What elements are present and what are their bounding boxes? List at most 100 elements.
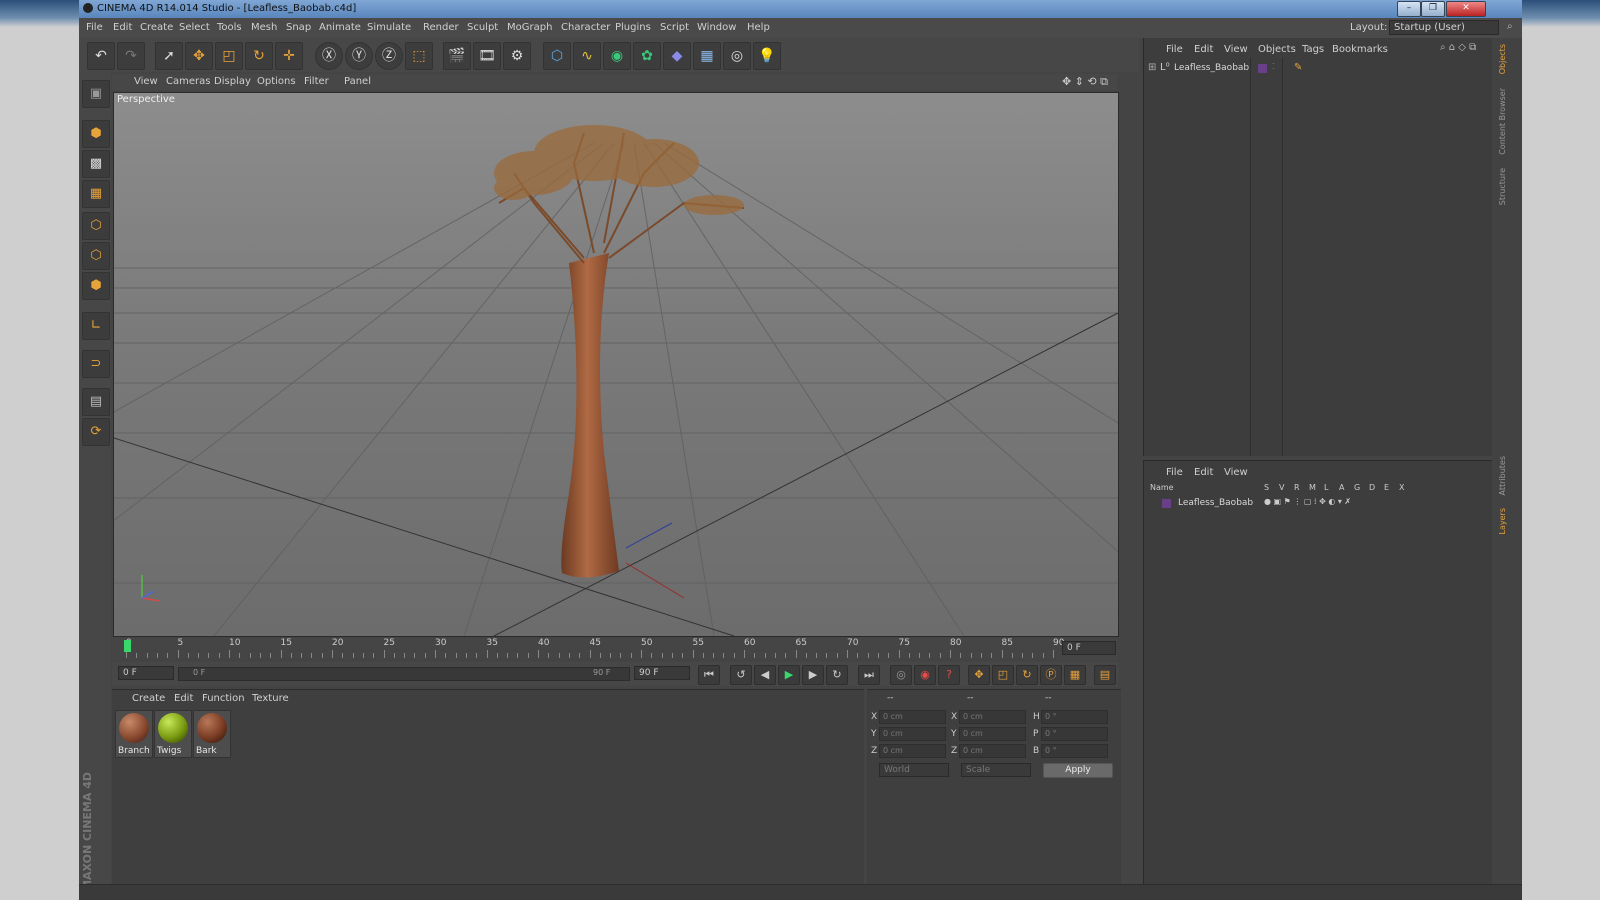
move-icon[interactable]: ✥ (185, 42, 213, 70)
edges-mode-icon[interactable]: ⬡ (82, 242, 110, 270)
transform-icon[interactable]: ✛ (275, 42, 303, 70)
object-name[interactable]: Leafless_Baobab (1174, 63, 1249, 73)
object-menu-edit[interactable]: Edit (1194, 44, 1213, 55)
record-keys-icon[interactable]: ◎ (890, 665, 912, 685)
array-icon[interactable]: ✿ (633, 42, 661, 70)
material-twigs[interactable]: Twigs (154, 710, 192, 758)
locked-workplane-icon[interactable]: ⟳ (82, 418, 110, 446)
size-z-field[interactable]: 0 cm (959, 744, 1026, 758)
layer-color-chip[interactable] (1162, 499, 1171, 508)
viewport-navigation-icons[interactable]: ✥ ⇕ ⟲ ⧉ (1062, 75, 1108, 89)
position-y-field[interactable]: 0 cm (879, 727, 946, 741)
key-rotation-icon[interactable]: ↻ (1016, 665, 1038, 685)
playhead[interactable] (124, 640, 131, 652)
start-frame-field[interactable]: 0 F (118, 666, 174, 680)
rotate-icon[interactable]: ↻ (245, 42, 273, 70)
play-icon[interactable]: ▶ (778, 665, 800, 685)
x-axis-icon[interactable]: Ⓧ (315, 42, 343, 70)
loop-forward-icon[interactable]: ↻ (826, 665, 848, 685)
viewport-perspective[interactable]: Perspective (113, 92, 1119, 637)
apply-button[interactable]: Apply (1043, 763, 1113, 778)
rotation-b-field[interactable]: 0 ° (1041, 744, 1108, 758)
viewport-menu-panel[interactable]: Panel (344, 76, 371, 87)
tab-objects[interactable]: Objects (1498, 44, 1507, 74)
object-search-icon[interactable]: ⌕ ⌂ ◇ ⧉ (1440, 42, 1476, 53)
menu-edit[interactable]: Edit (113, 22, 132, 33)
layer-row[interactable]: Leafless_Baobab ● ▣ ⚑ ⋮ ▢ ⁞ ✥ ◐ ▾ ✗ (1148, 497, 1488, 511)
axis-mode-icon[interactable]: ∟ (82, 312, 110, 340)
camera-icon[interactable]: ◎ (723, 42, 751, 70)
keyframe-selection-icon[interactable]: ? (938, 665, 960, 685)
step-forward-icon[interactable]: ▶ (802, 665, 824, 685)
go-to-start-icon[interactable]: ⏮ (698, 665, 720, 685)
cube-icon[interactable]: ⬡ (543, 42, 571, 70)
live-selection-icon[interactable]: ➚ (155, 42, 183, 70)
menu-character[interactable]: Character (561, 22, 610, 33)
minimize-button[interactable]: – (1397, 1, 1421, 17)
menu-plugins[interactable]: Plugins (615, 22, 651, 33)
layer-color-chip[interactable] (1258, 64, 1267, 73)
rotation-p-field[interactable]: 0 ° (1041, 727, 1108, 741)
menu-create[interactable]: Create (140, 22, 173, 33)
menu-sculpt[interactable]: Sculpt (467, 22, 498, 33)
layer-flag-icons[interactable]: ● ▣ ⚑ ⋮ ▢ ⁞ ✥ ◐ ▾ ✗ (1264, 497, 1351, 506)
scale-icon[interactable]: ◰ (215, 42, 243, 70)
menu-file[interactable]: File (86, 22, 103, 33)
spline-icon[interactable]: ∿ (573, 42, 601, 70)
close-button[interactable]: ✕ (1446, 1, 1486, 17)
tab-attributes[interactable]: Attributes (1498, 456, 1507, 496)
viewport-menu-options[interactable]: Options (257, 76, 296, 87)
undo-icon[interactable]: ↶ (87, 42, 115, 70)
texture-mode-icon[interactable]: ▩ (82, 150, 110, 178)
workplane-icon[interactable]: ▦ (82, 180, 110, 208)
menu-animate[interactable]: Animate (319, 22, 361, 33)
menu-script[interactable]: Script (660, 22, 689, 33)
current-frame-field[interactable]: 0 F (1062, 641, 1116, 655)
z-axis-icon[interactable]: Ⓩ (375, 42, 403, 70)
light-icon[interactable]: 💡 (753, 42, 781, 70)
tab-content-browser[interactable]: Content Browser (1498, 88, 1507, 155)
layer-menu-edit[interactable]: Edit (1194, 467, 1213, 478)
redo-icon[interactable]: ↷ (117, 42, 145, 70)
visibility-dots-icon[interactable]: ⁚ (1272, 62, 1275, 71)
loop-icon[interactable]: ↺ (730, 665, 752, 685)
key-pla-icon[interactable]: ▦ (1064, 665, 1086, 685)
timeline-window-icon[interactable]: ▤ (1094, 665, 1116, 685)
end-frame-field[interactable]: 90 F (634, 666, 690, 680)
object-menu-objects[interactable]: Objects (1258, 44, 1296, 55)
menu-help[interactable]: Help (747, 22, 770, 33)
menu-snap[interactable]: Snap (286, 22, 311, 33)
auto-keying-icon[interactable]: ◉ (914, 665, 936, 685)
step-back-icon[interactable]: ◀ (754, 665, 776, 685)
model-mode-icon[interactable]: ⬢ (82, 120, 110, 148)
coordinate-system-select[interactable]: World (879, 763, 949, 777)
menu-mesh[interactable]: Mesh (251, 22, 277, 33)
object-menu-file[interactable]: File (1166, 44, 1183, 55)
key-position-icon[interactable]: ✥ (968, 665, 990, 685)
material-branch[interactable]: Branch (115, 710, 153, 758)
expand-icon[interactable]: ⊞ (1148, 62, 1156, 73)
material-menu-edit[interactable]: Edit (174, 693, 193, 704)
make-editable-icon[interactable]: ▣ (82, 80, 110, 108)
go-to-end-icon[interactable]: ⏭ (858, 665, 880, 685)
tag-icon[interactable]: ✎ (1294, 62, 1302, 73)
menu-window[interactable]: Window (697, 22, 736, 33)
menu-mograph[interactable]: MoGraph (507, 22, 552, 33)
menu-select[interactable]: Select (179, 22, 210, 33)
material-menu-create[interactable]: Create (132, 693, 165, 704)
size-x-field[interactable]: 0 cm (959, 710, 1026, 724)
material-menu-texture[interactable]: Texture (252, 693, 289, 704)
snap-icon[interactable]: ⊃ (82, 350, 110, 378)
maximize-button[interactable]: ❐ (1421, 1, 1445, 17)
layer-menu-view[interactable]: View (1224, 467, 1248, 478)
viewport-menu-display[interactable]: Display (214, 76, 251, 87)
tab-layers[interactable]: Layers (1498, 508, 1507, 534)
viewport-menu-cameras[interactable]: Cameras (166, 76, 210, 87)
layer-menu-file[interactable]: File (1166, 467, 1183, 478)
scale-mode-select[interactable]: Scale (961, 763, 1031, 777)
timeline-ruler[interactable]: 051015202530354045505560657075808590 0 F (112, 638, 1118, 660)
menu-tools[interactable]: Tools (217, 22, 242, 33)
object-menu-tags[interactable]: Tags (1302, 44, 1324, 55)
points-mode-icon[interactable]: ⬡ (82, 212, 110, 240)
key-parameter-icon[interactable]: Ⓟ (1040, 665, 1062, 685)
